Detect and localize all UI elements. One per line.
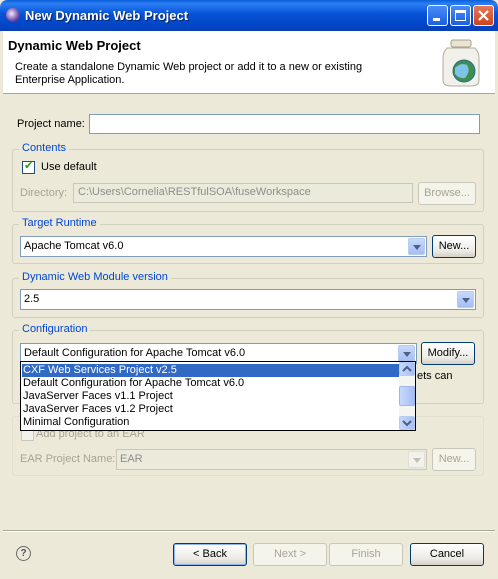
target-runtime-label: Target Runtime	[19, 217, 100, 229]
chevron-down-icon[interactable]	[398, 345, 415, 362]
configuration-label: Configuration	[19, 323, 91, 335]
dropdown-scrollbar[interactable]	[399, 362, 415, 430]
chevron-down-icon[interactable]	[408, 238, 425, 255]
chevron-up-icon	[402, 365, 412, 372]
dialog-window: New Dynamic Web Project Dynamic Web Proj…	[0, 0, 498, 579]
cancel-button[interactable]: Cancel	[410, 543, 484, 566]
configuration-value: Default Configuration for Apache Tomcat …	[24, 347, 246, 359]
target-runtime-value: Apache Tomcat v6.0	[24, 240, 124, 252]
close-icon	[478, 10, 489, 21]
help-icon[interactable]: ?	[16, 546, 31, 561]
module-version-value: 2.5	[24, 293, 40, 305]
dropdown-option[interactable]: JavaServer Faces v1.1 Project	[23, 390, 173, 403]
chevron-down-icon[interactable]	[408, 451, 425, 468]
configuration-dropdown-list[interactable]: CXF Web Services Project v2.5 Default Co…	[20, 361, 416, 431]
target-runtime-select[interactable]: Apache Tomcat v6.0	[20, 236, 427, 257]
contents-group-label: Contents	[19, 142, 70, 154]
minimize-button[interactable]	[427, 5, 448, 26]
finish-button[interactable]: Finish	[329, 543, 403, 566]
next-button[interactable]: Next >	[253, 543, 327, 566]
new-runtime-button[interactable]: New...	[432, 235, 476, 258]
maximize-button[interactable]	[450, 5, 471, 26]
scroll-up-button[interactable]	[399, 362, 415, 376]
configuration-description-fragment: ets can	[417, 370, 453, 382]
banner-title: Dynamic Web Project	[8, 38, 141, 53]
dropdown-option[interactable]: Minimal Configuration	[23, 416, 129, 429]
use-default-label: Use default	[41, 161, 97, 173]
back-button[interactable]: < Back	[173, 543, 247, 566]
modify-button[interactable]: Modify...	[421, 342, 475, 365]
dropdown-option[interactable]: CXF Web Services Project v2.5	[22, 364, 399, 377]
module-version-label: Dynamic Web Module version	[19, 271, 171, 283]
directory-input[interactable]: C:\Users\Cornelia\RESTfulSOA\fuseWorkspa…	[73, 183, 413, 203]
ear-project-name-label: EAR Project Name:	[20, 453, 116, 465]
close-button[interactable]	[473, 5, 494, 26]
minimize-icon	[433, 18, 440, 21]
ear-project-select[interactable]: EAR	[116, 449, 427, 470]
footer-separator	[3, 530, 495, 532]
banner-description: Create a standalone Dynamic Web project …	[15, 61, 363, 86]
project-name-input[interactable]	[89, 114, 480, 134]
maximize-icon	[455, 10, 466, 21]
use-default-checkbox[interactable]	[22, 159, 35, 174]
eclipse-icon	[6, 8, 20, 22]
module-version-select[interactable]: 2.5	[20, 289, 476, 310]
window-title: New Dynamic Web Project	[25, 8, 189, 23]
project-name-label: Project name:	[17, 118, 85, 130]
ear-project-value: EAR	[120, 453, 143, 465]
chevron-down-icon	[402, 420, 412, 427]
scroll-down-button[interactable]	[399, 416, 415, 430]
directory-label: Directory:	[20, 187, 68, 199]
title-bar[interactable]: New Dynamic Web Project	[0, 0, 498, 31]
wizard-banner: Dynamic Web Project Create a standalone …	[3, 31, 495, 94]
web-project-jar-icon	[442, 39, 480, 87]
dropdown-option[interactable]: JavaServer Faces v1.2 Project	[23, 403, 173, 416]
new-ear-button[interactable]: New...	[432, 448, 476, 471]
dropdown-option[interactable]: Default Configuration for Apache Tomcat …	[23, 377, 244, 390]
scroll-thumb[interactable]	[399, 386, 415, 406]
chevron-down-icon[interactable]	[457, 291, 474, 308]
browse-button[interactable]: Browse...	[418, 182, 476, 205]
